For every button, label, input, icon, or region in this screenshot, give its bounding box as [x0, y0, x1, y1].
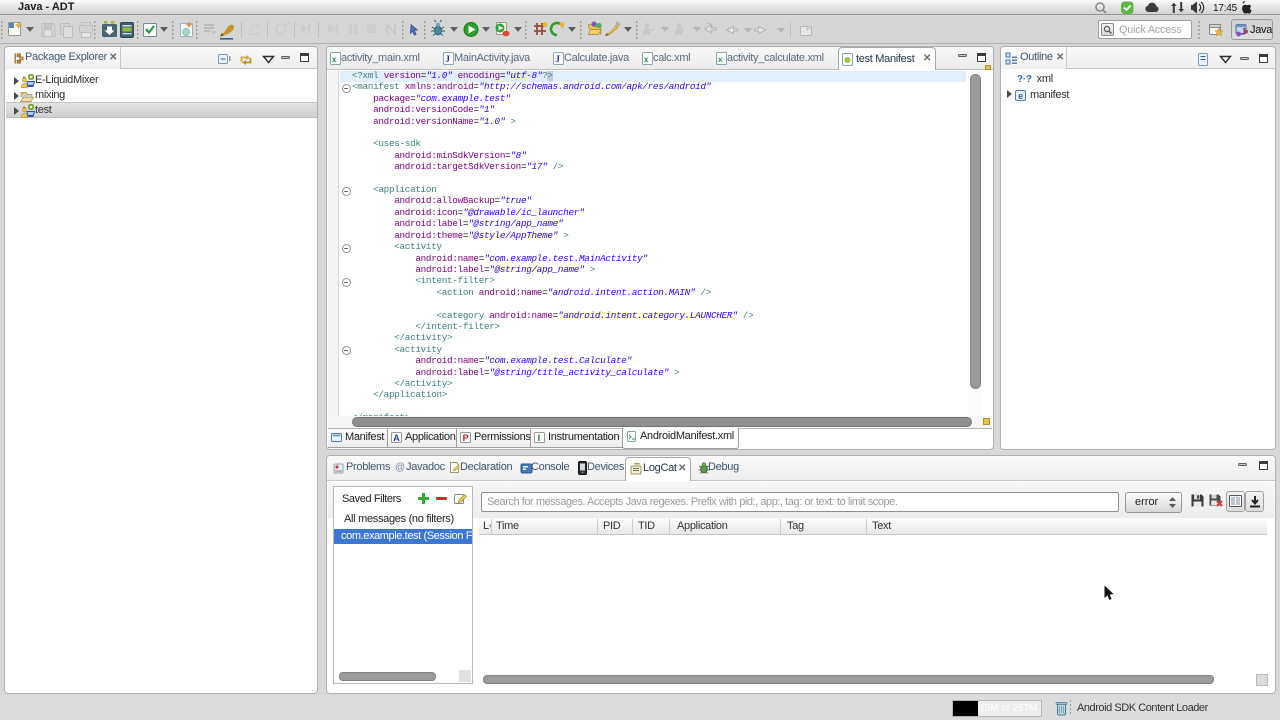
- svg-text:17:45: 17:45: [1213, 3, 1238, 14]
- svg-text:J: J: [1241, 27, 1246, 38]
- svg-text:P: P: [463, 433, 469, 443]
- svg-text:A: A: [393, 433, 400, 443]
- svg-text:J: J: [445, 54, 450, 64]
- svg-text:I: I: [538, 433, 540, 443]
- svg-text:x: x: [644, 55, 649, 64]
- svg-text:J: J: [555, 54, 560, 64]
- svg-text:x: x: [718, 55, 723, 64]
- svg-text:x: x: [332, 55, 337, 64]
